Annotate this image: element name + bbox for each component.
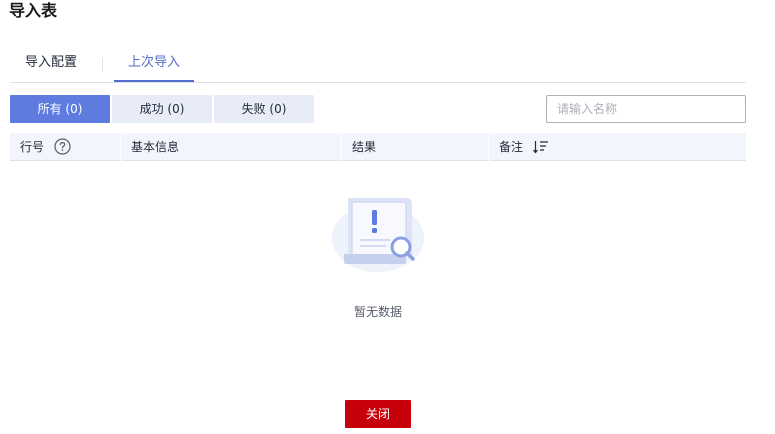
column-header-basic-info: 基本信息 bbox=[120, 133, 341, 161]
sort-icon[interactable] bbox=[533, 140, 549, 154]
status-filter-group: 所有 (0) 成功 (0) 失败 (0) bbox=[10, 95, 314, 123]
filter-all-button[interactable]: 所有 (0) bbox=[10, 95, 110, 123]
empty-document-search-illustration bbox=[332, 198, 424, 272]
dialog-title: 导入表 bbox=[9, 1, 58, 20]
tab-bar: 导入配置 上次导入 bbox=[10, 48, 746, 83]
empty-state-message: 暂无数据 bbox=[353, 305, 402, 319]
tab-last-import[interactable]: 上次导入 bbox=[114, 48, 194, 82]
column-header-label: 备注 bbox=[499, 140, 524, 154]
help-circle-icon[interactable] bbox=[54, 138, 71, 155]
table-header: 行号 基本信息 结果 备注 bbox=[10, 133, 746, 161]
column-header-result: 结果 bbox=[341, 133, 488, 161]
tab-separator bbox=[102, 58, 103, 72]
close-button[interactable]: 关闭 bbox=[345, 400, 411, 428]
column-header-label: 行号 bbox=[20, 140, 45, 154]
tab-import-config[interactable]: 导入配置 bbox=[22, 48, 80, 82]
column-header-row-number: 行号 bbox=[10, 133, 120, 161]
column-header-remark: 备注 bbox=[488, 133, 746, 161]
filter-failed-button[interactable]: 失败 (0) bbox=[214, 95, 314, 123]
search-input[interactable] bbox=[546, 95, 746, 123]
filter-success-button[interactable]: 成功 (0) bbox=[112, 95, 212, 123]
